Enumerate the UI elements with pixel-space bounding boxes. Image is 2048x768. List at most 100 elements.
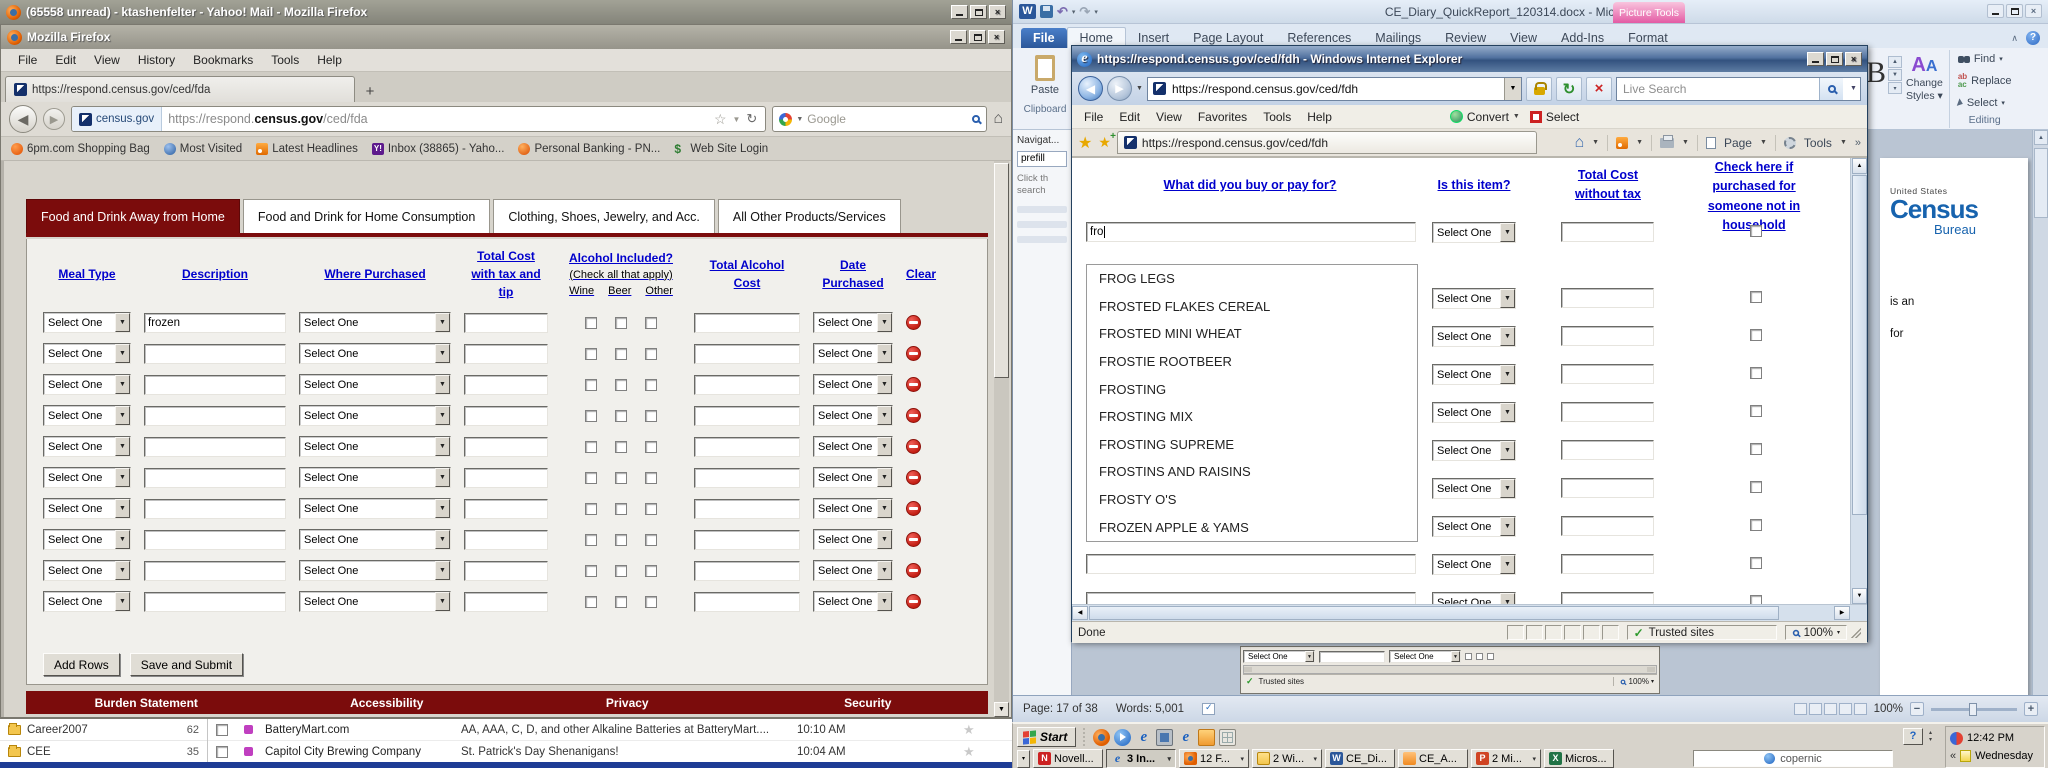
- search-bar[interactable]: ▼ Google: [772, 106, 987, 132]
- stop-button[interactable]: ×: [1586, 77, 1612, 101]
- someone-not-in-household-checkbox[interactable]: [1750, 367, 1762, 379]
- taskbar-button-dropdown-icon[interactable]: ▾: [1240, 755, 1244, 763]
- add-favorite-icon[interactable]: ★: [1098, 134, 1111, 151]
- is-this-item-select[interactable]: Select One: [1432, 326, 1516, 347]
- description-input[interactable]: [144, 592, 286, 612]
- replace-button[interactable]: abacReplace: [1958, 73, 2012, 89]
- description-input[interactable]: [144, 530, 286, 550]
- taskbar-button-dropdown-icon[interactable]: ▾: [1532, 755, 1536, 763]
- mail-checkbox[interactable]: [216, 724, 228, 736]
- header-alcohol-included[interactable]: Alcohol Included?(Check all that apply)W…: [561, 249, 681, 300]
- date-purchased-select[interactable]: Select One: [813, 405, 893, 426]
- forward-button[interactable]: ▶: [43, 108, 65, 130]
- scrollbar-thumb[interactable]: [2034, 148, 2048, 218]
- forward-button[interactable]: ▶: [1107, 76, 1132, 101]
- total-alcohol-cost-input[interactable]: [694, 499, 800, 519]
- ie-titlebar[interactable]: e https://respond.census.gov/ced/fdh - W…: [1072, 46, 1867, 72]
- wine-checkbox[interactable]: [585, 503, 597, 515]
- header-total-cost[interactable]: Total Costwith tax and tip: [464, 247, 548, 301]
- meal-type-select[interactable]: Select One: [43, 405, 131, 426]
- notes-quicklaunch-icon[interactable]: [1198, 729, 1215, 746]
- description-input[interactable]: frozen: [144, 313, 286, 333]
- meal-type-select[interactable]: Select One: [43, 312, 131, 333]
- suggestion-item[interactable]: FROSTED MINI WHEAT: [1099, 326, 1417, 341]
- dropdown-arrow-icon[interactable]: [435, 437, 450, 456]
- footer-link[interactable]: Security: [748, 696, 989, 710]
- total-cost-input[interactable]: [464, 530, 548, 550]
- zoom-in-button[interactable]: +: [2024, 702, 2038, 716]
- view-switcher-icons[interactable]: [1794, 703, 1867, 715]
- dropdown-arrow-icon[interactable]: [877, 530, 892, 549]
- clear-row-button[interactable]: [906, 377, 921, 392]
- back-button[interactable]: ◀: [1078, 76, 1103, 101]
- taskbar-button[interactable]: 2 Mi...▾: [1471, 749, 1541, 768]
- clear-row-button[interactable]: [906, 594, 921, 609]
- mail-list-item[interactable]: BatteryMart.comAA, AAA, C, D, and other …: [208, 719, 1012, 741]
- where-purchased-select[interactable]: Select One: [299, 591, 451, 612]
- select-button[interactable]: Select: [1530, 110, 1579, 124]
- dropdown-arrow-icon[interactable]: [877, 499, 892, 518]
- someone-not-in-household-checkbox[interactable]: [1750, 519, 1762, 531]
- spellcheck-icon[interactable]: [1202, 703, 1215, 715]
- other-checkbox[interactable]: [645, 441, 657, 453]
- tray-app-icon[interactable]: [1950, 732, 1963, 745]
- suggestion-item[interactable]: FROSTING: [1099, 382, 1417, 397]
- star-dropdown-icon[interactable]: ▼: [733, 115, 741, 124]
- someone-not-in-household-checkbox[interactable]: [1750, 443, 1762, 455]
- restore-button[interactable]: [2006, 4, 2023, 18]
- total-alcohol-cost-input[interactable]: [694, 561, 800, 581]
- meal-type-select[interactable]: Select One: [43, 591, 131, 612]
- back-button[interactable]: ◀: [9, 105, 37, 133]
- word-titlebar[interactable]: W ↶▾ ↷ ▾ CE_Diary_QuickReport_120314.doc…: [1013, 0, 2048, 24]
- clear-row-button[interactable]: [906, 315, 921, 330]
- clear-row-button[interactable]: [906, 563, 921, 578]
- beer-checkbox[interactable]: [615, 503, 627, 515]
- other-checkbox[interactable]: [645, 379, 657, 391]
- where-purchased-select[interactable]: Select One: [299, 560, 451, 581]
- taskbar-button-dropdown-icon[interactable]: ▾: [1313, 755, 1317, 763]
- favorites-star-icon[interactable]: ★: [1078, 133, 1092, 153]
- copernic-search-box[interactable]: copernic: [1693, 750, 1893, 767]
- date-purchased-select[interactable]: Select One: [813, 343, 893, 364]
- taskbar-button[interactable]: 2 Wi...▾: [1252, 749, 1322, 768]
- suggestion-item[interactable]: FROSTED FLAKES CEREAL: [1099, 299, 1417, 314]
- header-meal-type[interactable]: Meal Type: [43, 265, 131, 283]
- dropdown-arrow-icon[interactable]: [877, 406, 892, 425]
- total-cost-input[interactable]: [1561, 402, 1654, 422]
- dropdown-arrow-icon[interactable]: [877, 344, 892, 363]
- reload-icon[interactable]: ↻: [746, 111, 757, 127]
- bookmark-item[interactable]: Personal Banking - PN...: [518, 143, 660, 155]
- total-cost-input[interactable]: [464, 437, 548, 457]
- taskbar-button[interactable]: Novell...: [1033, 749, 1103, 768]
- tray-notes-icon[interactable]: [1960, 750, 1971, 762]
- zoom-slider[interactable]: [1931, 708, 2017, 711]
- where-purchased-select[interactable]: Select One: [299, 529, 451, 550]
- save-icon[interactable]: [1040, 5, 1053, 18]
- header-total-alcohol-cost[interactable]: Total AlcoholCost: [694, 256, 800, 292]
- other-checkbox[interactable]: [645, 472, 657, 484]
- item-description-input[interactable]: [1086, 554, 1416, 574]
- search-icon[interactable]: [1819, 78, 1843, 100]
- total-cost-input[interactable]: [1561, 364, 1654, 384]
- wine-checkbox[interactable]: [585, 534, 597, 546]
- scrollbar-thumb[interactable]: [1852, 175, 1867, 515]
- dropdown-arrow-icon[interactable]: [435, 561, 450, 580]
- close-button[interactable]: ×: [988, 30, 1005, 44]
- other-checkbox[interactable]: [645, 503, 657, 515]
- suggestion-item[interactable]: FROSTIE ROOTBEER: [1099, 354, 1417, 369]
- style-gallery-scroll[interactable]: ▲▼▾: [1888, 56, 1902, 128]
- header-where-purchased[interactable]: Where Purchased: [299, 265, 451, 283]
- bookmark-star-icon[interactable]: ☆: [714, 111, 727, 128]
- menu-tools[interactable]: Tools: [262, 50, 308, 70]
- total-cost-input[interactable]: [464, 561, 548, 581]
- new-tab-button[interactable]: +: [357, 80, 383, 102]
- total-cost-input[interactable]: [464, 406, 548, 426]
- beer-checkbox[interactable]: [615, 472, 627, 484]
- total-alcohol-cost-input[interactable]: [694, 375, 800, 395]
- clock-time[interactable]: 12:42 PM: [1967, 732, 2014, 744]
- checkbox-group[interactable]: [1465, 653, 1494, 660]
- suggestion-item[interactable]: FROSTING MIX: [1099, 409, 1417, 424]
- other-checkbox[interactable]: [645, 534, 657, 546]
- dropdown-arrow-icon[interactable]: [115, 592, 130, 611]
- is-this-item-select[interactable]: Select One: [1432, 516, 1516, 537]
